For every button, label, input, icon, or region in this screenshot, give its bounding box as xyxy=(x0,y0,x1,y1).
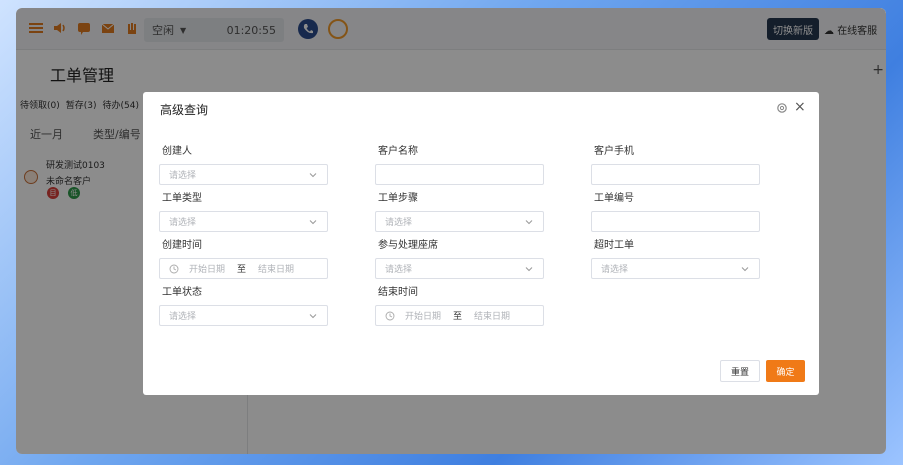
ticket-step-select[interactable]: 请选择 xyxy=(375,211,544,232)
overdue-ticket-placeholder: 请选择 xyxy=(601,265,629,275)
chevron-down-icon xyxy=(309,172,317,177)
ticket-type-label: 工单类型 xyxy=(162,193,202,204)
handling-seat-select[interactable]: 请选择 xyxy=(375,258,544,279)
ticket-step-label: 工单步骤 xyxy=(378,193,418,204)
ticket-status-select[interactable]: 请选择 xyxy=(159,305,328,326)
ticket-number-label: 工单编号 xyxy=(594,193,634,204)
chevron-down-icon xyxy=(525,219,533,224)
ticket-type-placeholder: 请选择 xyxy=(169,218,197,228)
end-time-end: 结束日期 xyxy=(474,312,511,322)
overdue-ticket-select[interactable]: 请选择 xyxy=(591,258,760,279)
creator-select[interactable]: 请选择 xyxy=(159,164,328,185)
ticket-status-placeholder: 请选择 xyxy=(169,312,197,322)
app-window: 空闲 ▼ 01:20:55 切换新版 ☁ 在线客服 工单管理 + 待领取(0) … xyxy=(16,8,886,454)
ticket-type-select[interactable]: 请选择 xyxy=(159,211,328,232)
create-time-range[interactable]: 开始日期 至 结束日期 xyxy=(159,258,328,279)
chevron-down-icon xyxy=(309,219,317,224)
handling-seat-placeholder: 请选择 xyxy=(385,265,413,275)
advanced-search-dialog: 高级查询 × 创建人 请选择 客户名称 客户手机 工单类型 请选择 工单步骤 请… xyxy=(143,92,819,395)
dialog-title: 高级查询 xyxy=(160,103,209,117)
handling-seat-label: 参与处理座席 xyxy=(378,240,438,251)
ticket-status-label: 工单状态 xyxy=(162,287,202,298)
end-time-range[interactable]: 开始日期 至 结束日期 xyxy=(375,305,544,326)
customer-phone-label: 客户手机 xyxy=(594,146,634,157)
end-time-label: 结束时间 xyxy=(378,287,418,298)
customer-phone-input[interactable] xyxy=(591,164,760,185)
create-time-end: 结束日期 xyxy=(258,265,295,275)
chevron-down-icon xyxy=(741,266,749,271)
customer-name-label: 客户名称 xyxy=(378,146,418,157)
end-time-start: 开始日期 xyxy=(405,312,442,322)
ticket-number-input[interactable] xyxy=(591,211,760,232)
create-time-start: 开始日期 xyxy=(189,265,226,275)
customer-name-input[interactable] xyxy=(375,164,544,185)
clock-icon xyxy=(169,264,179,273)
ticket-step-placeholder: 请选择 xyxy=(385,218,413,228)
reset-button[interactable]: 重置 xyxy=(720,360,760,382)
gear-icon[interactable] xyxy=(776,102,788,114)
creator-label: 创建人 xyxy=(162,146,192,157)
confirm-button[interactable]: 确定 xyxy=(766,360,805,382)
clock-icon xyxy=(385,311,395,320)
chevron-down-icon xyxy=(309,313,317,318)
overdue-ticket-label: 超时工单 xyxy=(594,240,634,251)
creator-placeholder: 请选择 xyxy=(169,171,197,181)
chevron-down-icon xyxy=(525,266,533,271)
create-time-separator: 至 xyxy=(237,265,247,275)
close-icon[interactable]: × xyxy=(794,99,806,115)
end-time-separator: 至 xyxy=(453,312,463,322)
create-time-label: 创建时间 xyxy=(162,240,202,251)
